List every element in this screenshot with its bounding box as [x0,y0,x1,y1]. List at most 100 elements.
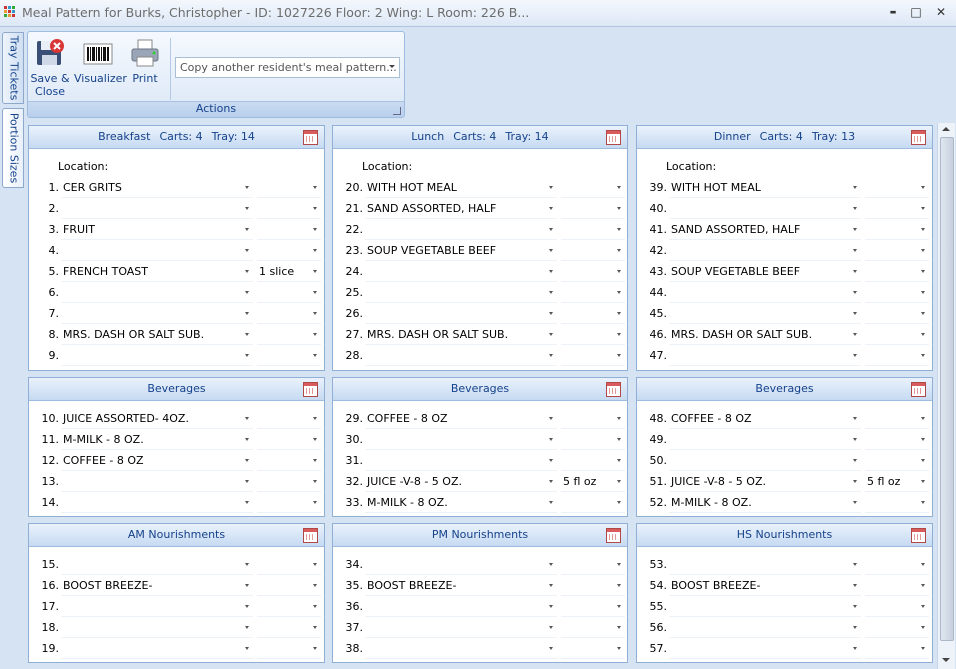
tab-tray-tickets[interactable]: Tray Tickets [2,32,24,104]
portion-size-combo[interactable] [865,283,929,303]
chevron-down-icon[interactable] [245,270,249,273]
food-item-combo[interactable] [365,618,557,638]
scrollbar-thumb[interactable] [940,137,954,641]
chevron-down-icon[interactable] [313,333,317,336]
portion-size-combo[interactable] [257,576,321,596]
chevron-down-icon[interactable] [617,186,621,189]
chevron-down-icon[interactable] [617,354,621,357]
portion-size-combo[interactable] [865,493,929,513]
food-item-combo[interactable] [669,451,861,471]
portion-size-combo[interactable] [561,639,625,659]
portion-size-combo[interactable] [865,451,929,471]
chevron-down-icon[interactable] [313,480,317,483]
chevron-down-icon[interactable] [921,270,925,273]
portion-size-combo[interactable] [561,178,625,198]
food-item-combo[interactable]: SOUP VEGETABLE BEEF [365,241,557,261]
food-item-combo[interactable] [61,472,253,492]
food-item-combo[interactable]: COFFEE - 8 OZ [365,409,557,429]
copy-pattern-dropdown[interactable]: Copy another resident's meal pattern... [175,57,400,78]
chevron-down-icon[interactable] [921,207,925,210]
portion-size-combo[interactable] [561,597,625,617]
food-item-combo[interactable] [365,346,557,366]
chevron-down-icon[interactable] [549,186,553,189]
chevron-down-icon[interactable] [313,417,317,420]
location-input[interactable] [117,157,319,176]
location-input[interactable] [421,157,623,176]
chevron-down-icon[interactable] [549,501,553,504]
chevron-down-icon[interactable] [617,563,621,566]
calendar-icon[interactable] [911,528,926,543]
food-item-combo[interactable] [365,639,557,659]
chevron-down-icon[interactable] [245,459,249,462]
food-item-combo[interactable]: COFFEE - 8 OZ [669,409,861,429]
portion-size-combo[interactable] [865,241,929,261]
chevron-down-icon[interactable] [313,626,317,629]
portion-size-combo[interactable] [561,451,625,471]
chevron-down-icon[interactable] [853,291,857,294]
portion-size-combo[interactable] [257,451,321,471]
portion-size-combo[interactable] [257,493,321,513]
location-input[interactable] [725,157,927,176]
food-item-combo[interactable] [61,346,253,366]
food-item-combo[interactable]: SAND ASSORTED, HALF [669,220,861,240]
food-item-combo[interactable] [669,639,861,659]
food-item-combo[interactable] [61,597,253,617]
chevron-down-icon[interactable] [921,647,925,650]
chevron-down-icon[interactable] [921,459,925,462]
chevron-down-icon[interactable] [313,186,317,189]
food-item-combo[interactable]: BOOST BREEZE- [669,576,861,596]
portion-size-combo[interactable] [865,576,929,596]
portion-size-combo[interactable] [257,472,321,492]
chevron-down-icon[interactable] [853,605,857,608]
portion-size-combo[interactable] [257,283,321,303]
chevron-down-icon[interactable] [853,333,857,336]
visualizer-button[interactable]: Visualizer [74,38,127,85]
chevron-down-icon[interactable] [549,228,553,231]
chevron-down-icon[interactable] [313,270,317,273]
food-item-combo[interactable]: COFFEE - 8 OZ [61,451,253,471]
chevron-down-icon[interactable] [617,584,621,587]
portion-size-combo[interactable] [865,346,929,366]
food-item-combo[interactable] [61,493,253,513]
portion-size-combo[interactable] [257,430,321,450]
chevron-down-icon[interactable] [245,312,249,315]
chevron-down-icon[interactable] [313,291,317,294]
chevron-down-icon[interactable] [549,626,553,629]
food-item-combo[interactable] [61,241,253,261]
maximize-button[interactable]: □ [906,4,926,20]
food-item-combo[interactable]: WITH HOT MEAL [669,178,861,198]
chevron-down-icon[interactable] [617,605,621,608]
chevron-down-icon[interactable] [853,270,857,273]
chevron-down-icon[interactable] [617,333,621,336]
food-item-combo[interactable] [365,430,557,450]
portion-size-combo[interactable] [561,241,625,261]
chevron-down-icon[interactable] [853,563,857,566]
food-item-combo[interactable]: M-MILK - 8 OZ. [365,493,557,513]
food-item-combo[interactable] [669,555,861,575]
chevron-down-icon[interactable] [549,438,553,441]
calendar-icon[interactable] [911,130,926,145]
chevron-down-icon[interactable] [853,438,857,441]
chevron-down-icon[interactable] [245,291,249,294]
chevron-down-icon[interactable] [617,459,621,462]
food-item-combo[interactable]: FRUIT [61,220,253,240]
portion-size-combo[interactable] [865,555,929,575]
portion-size-combo[interactable] [865,220,929,240]
portion-size-combo[interactable] [257,220,321,240]
food-item-combo[interactable] [61,618,253,638]
portion-size-combo[interactable] [865,409,929,429]
chevron-down-icon[interactable] [617,626,621,629]
chevron-down-icon[interactable] [921,312,925,315]
food-item-combo[interactable] [61,555,253,575]
food-item-combo[interactable] [365,220,557,240]
portion-size-combo[interactable] [865,178,929,198]
chevron-down-icon[interactable] [389,65,395,68]
portion-size-combo[interactable] [561,199,625,219]
portion-size-combo[interactable] [561,283,625,303]
chevron-down-icon[interactable] [921,501,925,504]
chevron-down-icon[interactable] [617,207,621,210]
chevron-down-icon[interactable] [245,647,249,650]
chevron-down-icon[interactable] [921,354,925,357]
chevron-down-icon[interactable] [313,501,317,504]
portion-size-combo[interactable] [865,304,929,324]
